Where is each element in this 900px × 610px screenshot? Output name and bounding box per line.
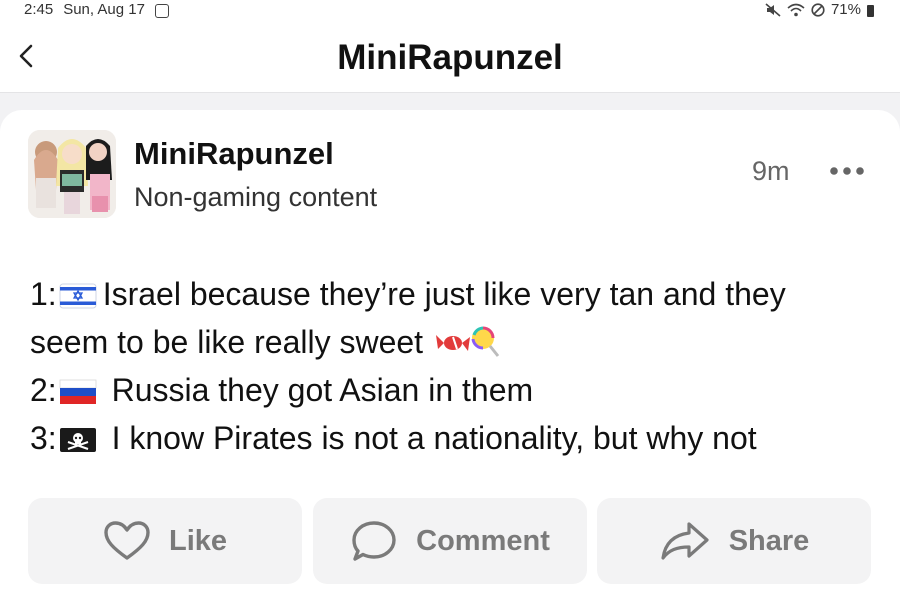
do-not-disturb-icon <box>811 2 825 17</box>
battery-icon <box>867 4 874 17</box>
line-4-prefix: 3: <box>30 420 57 456</box>
post-timestamp: 9m <box>752 156 790 186</box>
avatar[interactable] <box>28 130 116 218</box>
battery-percent: 71% <box>830 1 861 18</box>
post-line-4: 3: I know Pirates is not a nationality, … <box>30 414 870 462</box>
post-actions: Like Comment Share <box>28 498 872 584</box>
line-1-text: Israel because they’re just like very ta… <box>102 276 786 312</box>
post-body: 1: Israel because they’re just like very… <box>30 270 870 462</box>
line-3-text: Russia they got Asian in them <box>102 372 534 408</box>
post-card: MiniRapunzel Non-gaming content 9m 1: Is… <box>0 110 900 610</box>
lollipop-emoji <box>471 326 500 357</box>
like-label: Like <box>168 524 228 557</box>
status-left: 2:45 Sun, Aug 17 <box>24 1 169 18</box>
share-arrow-icon <box>661 522 709 560</box>
top-app-bar: MiniRapunzel <box>0 22 900 93</box>
mute-icon <box>765 2 781 17</box>
like-button[interactable]: Like <box>28 498 302 584</box>
line-4-text: I know Pirates is not a nationality, but… <box>102 420 757 456</box>
share-button[interactable]: Share <box>597 498 871 584</box>
status-date: Sun, Aug 17 <box>63 1 145 18</box>
post-category[interactable]: Non-gaming content <box>134 182 377 213</box>
author-name[interactable]: MiniRapunzel <box>134 136 334 172</box>
page-title: MiniRapunzel <box>337 38 563 77</box>
app-notification-icon <box>154 3 169 18</box>
avatar-image <box>28 130 116 218</box>
post-line-1: 1: Israel because they’re just like very… <box>30 270 870 318</box>
status-bar: 2:45 Sun, Aug 17 71% <box>0 0 900 22</box>
more-options-icon[interactable] <box>828 164 866 178</box>
comment-bubble-icon <box>352 521 396 561</box>
russia-flag <box>59 379 97 404</box>
post-line-3: 2: Russia they got Asian in them <box>30 366 870 414</box>
post-line-2: seem to be like really sweet <box>30 318 870 366</box>
line-3-prefix: 2: <box>30 372 57 408</box>
israel-flag <box>59 283 97 309</box>
heart-icon <box>104 521 150 560</box>
comment-button[interactable]: Comment <box>313 498 587 584</box>
line-1-prefix: 1: <box>30 276 57 312</box>
share-label: Share <box>728 524 810 557</box>
status-right: 71% <box>765 1 874 18</box>
wifi-icon <box>787 3 805 16</box>
comment-label: Comment <box>416 524 550 557</box>
candy-emoji <box>435 335 470 351</box>
line-2-text: seem to be like really sweet <box>30 324 424 360</box>
pirate-flag <box>59 428 96 452</box>
status-time: 2:45 <box>24 1 54 18</box>
